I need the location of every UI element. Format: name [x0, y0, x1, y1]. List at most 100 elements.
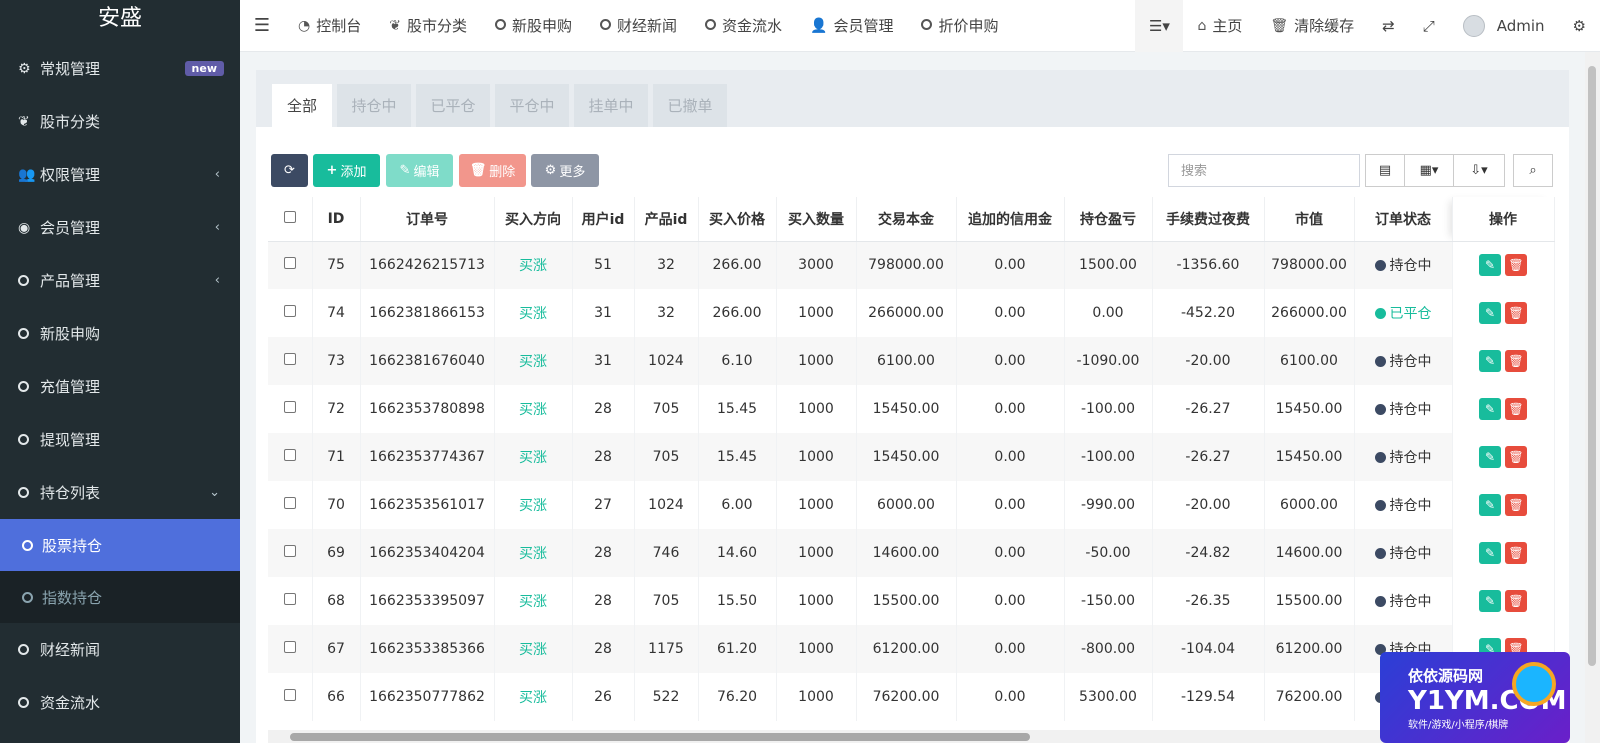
column-header[interactable]: ID: [312, 197, 361, 242]
refresh-button[interactable]: ⟳: [271, 154, 308, 187]
nav-stock-category[interactable]: ❦ 股市分类: [375, 0, 481, 52]
column-header[interactable]: 市值: [1264, 197, 1355, 242]
delete-row-button[interactable]: 🗑: [1505, 542, 1527, 564]
delete-row-button[interactable]: 🗑: [1505, 350, 1527, 372]
column-header[interactable]: 追加的信用金: [956, 197, 1065, 242]
delete-row-button[interactable]: 🗑: [1505, 254, 1527, 277]
nav-members[interactable]: 👤 会员管理: [796, 0, 907, 52]
sidebar-item-members[interactable]: ◉ 会员管理 ‹: [0, 201, 240, 254]
tab-closing[interactable]: 平仓中: [495, 84, 569, 127]
table-row[interactable]: 70 1662353561017 买涨 27 1024 6.00 1000 6000.00 0.…: [268, 481, 1555, 529]
edit-row-button[interactable]: ✎: [1479, 494, 1501, 516]
row-checkbox[interactable]: [268, 625, 313, 673]
column-header[interactable]: 用户id: [572, 197, 635, 242]
row-checkbox[interactable]: [268, 529, 313, 577]
edit-row-button[interactable]: ✎: [1479, 254, 1501, 277]
nav-discount-ipo[interactable]: 折价申购: [907, 0, 1012, 52]
scroll-thumb[interactable]: [290, 733, 1030, 741]
delete-button[interactable]: 🗑 删除: [459, 154, 526, 187]
tab-cancelled[interactable]: 已撤单: [653, 84, 727, 127]
column-header[interactable]: 产品id: [634, 197, 699, 242]
home-link[interactable]: ⌂ 主页: [1183, 0, 1256, 52]
column-header[interactable]: 买入数量: [776, 197, 857, 242]
sidebar-item-stock-category[interactable]: ❦ 股市分类: [0, 95, 240, 148]
edit-row-button[interactable]: ✎: [1479, 590, 1501, 612]
search-icon[interactable]: ⌕: [1513, 154, 1553, 187]
sidebar-item-permissions[interactable]: 👥 权限管理 ‹: [0, 148, 240, 201]
row-checkbox[interactable]: [268, 289, 313, 337]
table-row[interactable]: 68 1662353395097 买涨 28 705 15.50 1000 15500.00 0…: [268, 577, 1555, 625]
brand-logo[interactable]: 安盛: [0, 0, 240, 42]
tab-pending[interactable]: 挂单中: [574, 84, 648, 127]
export-dropdown-icon[interactable]: ⇩▾: [1453, 154, 1505, 187]
table-cell: 15450.00: [856, 385, 957, 433]
user-menu[interactable]: Admin: [1449, 0, 1559, 52]
sidebar-subitem-index-positions[interactable]: 指数持仓: [0, 571, 240, 623]
sidebar-item-news[interactable]: 财经新闻: [0, 623, 240, 676]
more-button[interactable]: ⚙ 更多: [531, 154, 599, 187]
delete-row-button[interactable]: 🗑: [1505, 302, 1527, 324]
row-checkbox[interactable]: [268, 337, 313, 385]
edit-row-button[interactable]: ✎: [1479, 542, 1501, 564]
sidebar-item-withdraw[interactable]: 提现管理: [0, 413, 240, 466]
delete-row-button[interactable]: 🗑: [1505, 590, 1527, 612]
edit-button[interactable]: ✎ 编辑: [386, 154, 453, 187]
horizontal-scrollbar[interactable]: [268, 730, 1568, 743]
row-checkbox[interactable]: [268, 241, 313, 289]
search-input[interactable]: [1168, 154, 1360, 187]
select-all-checkbox[interactable]: [268, 197, 313, 242]
sidebar-item-recharge[interactable]: 充值管理: [0, 360, 240, 413]
edit-row-button[interactable]: ✎: [1479, 398, 1501, 420]
column-header[interactable]: 订单状态: [1354, 197, 1453, 242]
tab-closed[interactable]: 已平仓: [416, 84, 490, 127]
fullscreen-icon[interactable]: ⤢: [1409, 0, 1449, 52]
table-row[interactable]: 66 1662350777862 买涨 26 522 76.20 1000 76200.00 0…: [268, 673, 1555, 721]
nav-fund-flow[interactable]: 资金流水: [691, 0, 796, 52]
column-header[interactable]: 买入价格: [698, 197, 777, 242]
edit-row-button[interactable]: ✎: [1479, 302, 1501, 324]
sidebar-item-positions[interactable]: 持仓列表 ⌄: [0, 466, 240, 519]
table-row[interactable]: 74 1662381866153 买涨 31 32 266.00 1000 266000.00…: [268, 289, 1555, 337]
nav-dashboard[interactable]: ◔ 控制台: [284, 0, 375, 52]
row-checkbox[interactable]: [268, 385, 313, 433]
tab-holding[interactable]: 持仓中: [337, 84, 411, 127]
nav-ipo[interactable]: 新股申购: [481, 0, 586, 52]
menu-toggle-icon[interactable]: ☰: [240, 0, 284, 52]
delete-row-button[interactable]: 🗑: [1505, 398, 1527, 420]
column-header[interactable]: 手续费过夜费: [1152, 197, 1265, 242]
edit-row-button[interactable]: ✎: [1479, 350, 1501, 372]
sidebar-item-products[interactable]: 产品管理 ‹: [0, 254, 240, 307]
table-row[interactable]: 72 1662353780898 买涨 28 705 15.45 1000 15450.00 0…: [268, 385, 1555, 433]
delete-row-button[interactable]: 🗑: [1505, 494, 1527, 516]
sidebar-subitem-stock-positions[interactable]: 股票持仓: [0, 519, 240, 571]
columns-dropdown-icon[interactable]: ▦▾: [1404, 154, 1454, 187]
row-checkbox[interactable]: [268, 673, 313, 721]
sidebar-item-ipo[interactable]: 新股申购: [0, 307, 240, 360]
delete-row-button[interactable]: 🗑: [1505, 446, 1527, 468]
row-checkbox[interactable]: [268, 433, 313, 481]
column-header[interactable]: 订单号: [360, 197, 495, 242]
add-button[interactable]: + 添加: [313, 154, 380, 187]
nav-news[interactable]: 财经新闻: [586, 0, 691, 52]
column-header[interactable]: 交易本金: [856, 197, 957, 242]
scroll-thumb[interactable]: [1588, 66, 1596, 666]
table-row[interactable]: 75 1662426215713 买涨 51 32 266.00 3000 798000.00…: [268, 241, 1555, 289]
edit-row-button[interactable]: ✎: [1479, 446, 1501, 468]
tab-all[interactable]: 全部: [272, 84, 332, 127]
vertical-scrollbar[interactable]: [1585, 52, 1600, 743]
column-header[interactable]: 买入方向: [494, 197, 573, 242]
table-row[interactable]: 73 1662381676040 买涨 31 1024 6.10 1000 6100.00 0.…: [268, 337, 1555, 385]
sidebar-item-fund-flow[interactable]: 资金流水: [0, 676, 240, 729]
column-header[interactable]: 持仓盈亏: [1064, 197, 1153, 242]
row-checkbox[interactable]: [268, 577, 313, 625]
translate-icon[interactable]: ⇄: [1368, 0, 1409, 52]
table-row[interactable]: 67 1662353385366 买涨 28 1175 61.20 1000 61200.00…: [268, 625, 1555, 673]
table-row[interactable]: 69 1662353404204 买涨 28 746 14.60 1000 14600.00 0…: [268, 529, 1555, 577]
clear-cache-button[interactable]: 🗑 清除缓存: [1256, 0, 1368, 52]
toggle-view-icon[interactable]: ▤: [1365, 154, 1405, 187]
table-row[interactable]: 71 1662353774367 买涨 28 705 15.45 1000 15450.00 0…: [268, 433, 1555, 481]
sidebar-item-general[interactable]: ⚙ 常规管理 new: [0, 42, 240, 95]
row-checkbox[interactable]: [268, 481, 313, 529]
settings-cogs-icon[interactable]: ⚙: [1559, 0, 1600, 52]
list-dropdown-icon[interactable]: ☰▾: [1135, 0, 1184, 52]
